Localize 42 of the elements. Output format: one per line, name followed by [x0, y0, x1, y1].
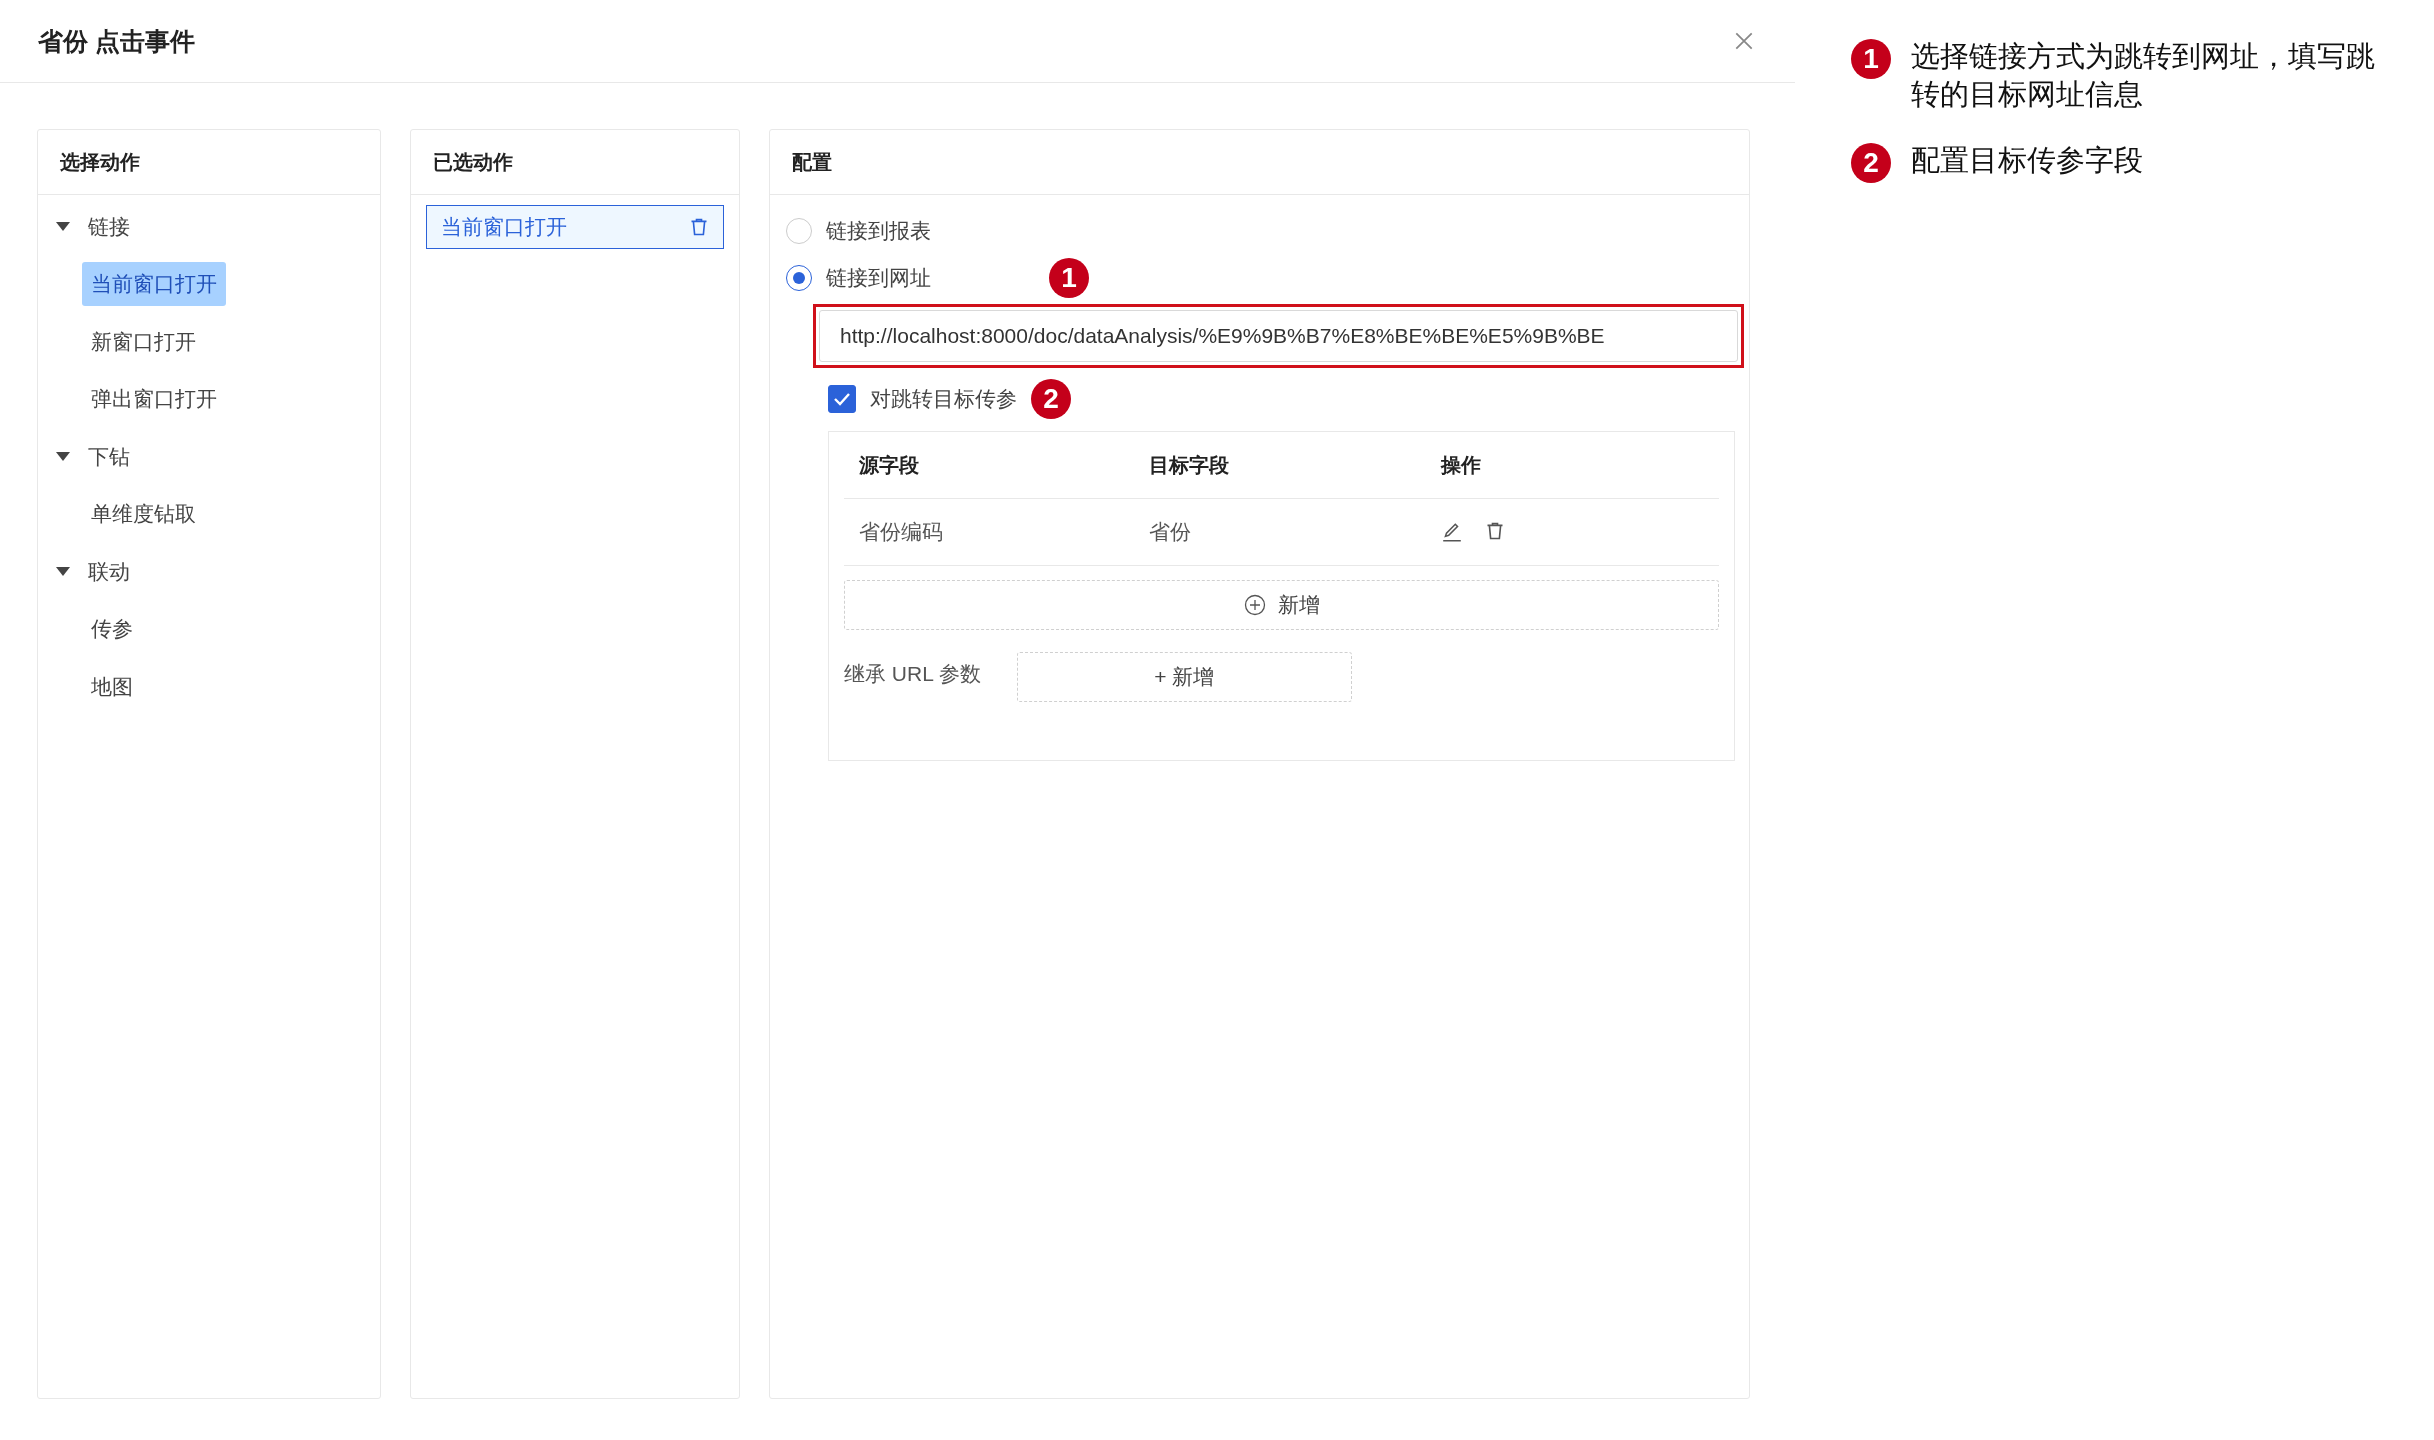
add-button[interactable]: 新增	[844, 580, 1719, 630]
action-label: 当前窗口打开	[441, 214, 567, 240]
dialog-title: 省份 点击事件	[38, 25, 195, 57]
tree-item[interactable]: 单维度钻取	[82, 492, 205, 537]
caret-icon[interactable]	[56, 566, 70, 577]
panel-title: 选择动作	[60, 149, 140, 175]
callout-marker: 2	[1851, 143, 1891, 183]
tree-item[interactable]: 当前窗口打开	[82, 262, 226, 307]
radio-label[interactable]: 链接到报表	[826, 216, 931, 245]
edit-icon[interactable]	[1441, 521, 1463, 543]
checkbox-label[interactable]: 对跳转目标传参	[870, 385, 1017, 413]
url-input[interactable]: http://localhost:8000/doc/dataAnalysis/%E9%9B%B7%E8%BE%BE%E5%9B%BE	[819, 310, 1738, 362]
callout-marker: 2	[1031, 379, 1071, 419]
panel-title: 配置	[792, 149, 832, 175]
tree-item[interactable]: 弹出窗口打开	[82, 377, 226, 422]
checkbox[interactable]	[828, 385, 856, 413]
tree-item[interactable]: 传参	[82, 607, 142, 652]
tree-group[interactable]: 联动	[88, 557, 130, 586]
radio-label[interactable]: 链接到网址	[826, 263, 931, 292]
column-header: 目标字段	[1149, 452, 1230, 478]
field-label: 继承 URL 参数	[844, 661, 981, 687]
panel-title: 已选动作	[433, 149, 513, 175]
trash-icon[interactable]	[689, 217, 709, 237]
callout-marker: 1	[1851, 39, 1891, 79]
tree-group[interactable]: 链接	[88, 212, 130, 241]
column-header: 操作	[1441, 452, 1482, 478]
tree-item[interactable]: 新窗口打开	[82, 319, 205, 364]
annotation-text: 选择链接方式为跳转到网址，填写跳转的目标网址信息	[1911, 39, 2376, 112]
trash-icon[interactable]	[1485, 521, 1505, 541]
tree-item[interactable]: 地图	[82, 664, 142, 709]
table-cell-text: 省份编码	[859, 519, 944, 545]
callout-marker: 1	[1049, 257, 1089, 298]
annotation-text: 配置目标传参字段	[1911, 143, 2144, 178]
close-icon[interactable]	[1733, 30, 1755, 52]
selected-action[interactable]: 当前窗口打开	[426, 205, 724, 249]
add-button[interactable]: + 新增	[1016, 652, 1352, 702]
caret-icon[interactable]	[56, 451, 70, 462]
plus-circle-icon	[1243, 594, 1266, 616]
tree-group[interactable]: 下钻	[88, 442, 130, 471]
caret-icon[interactable]	[56, 221, 70, 232]
column-header: 源字段	[859, 452, 920, 478]
table-cell-text: 省份	[1149, 519, 1192, 545]
